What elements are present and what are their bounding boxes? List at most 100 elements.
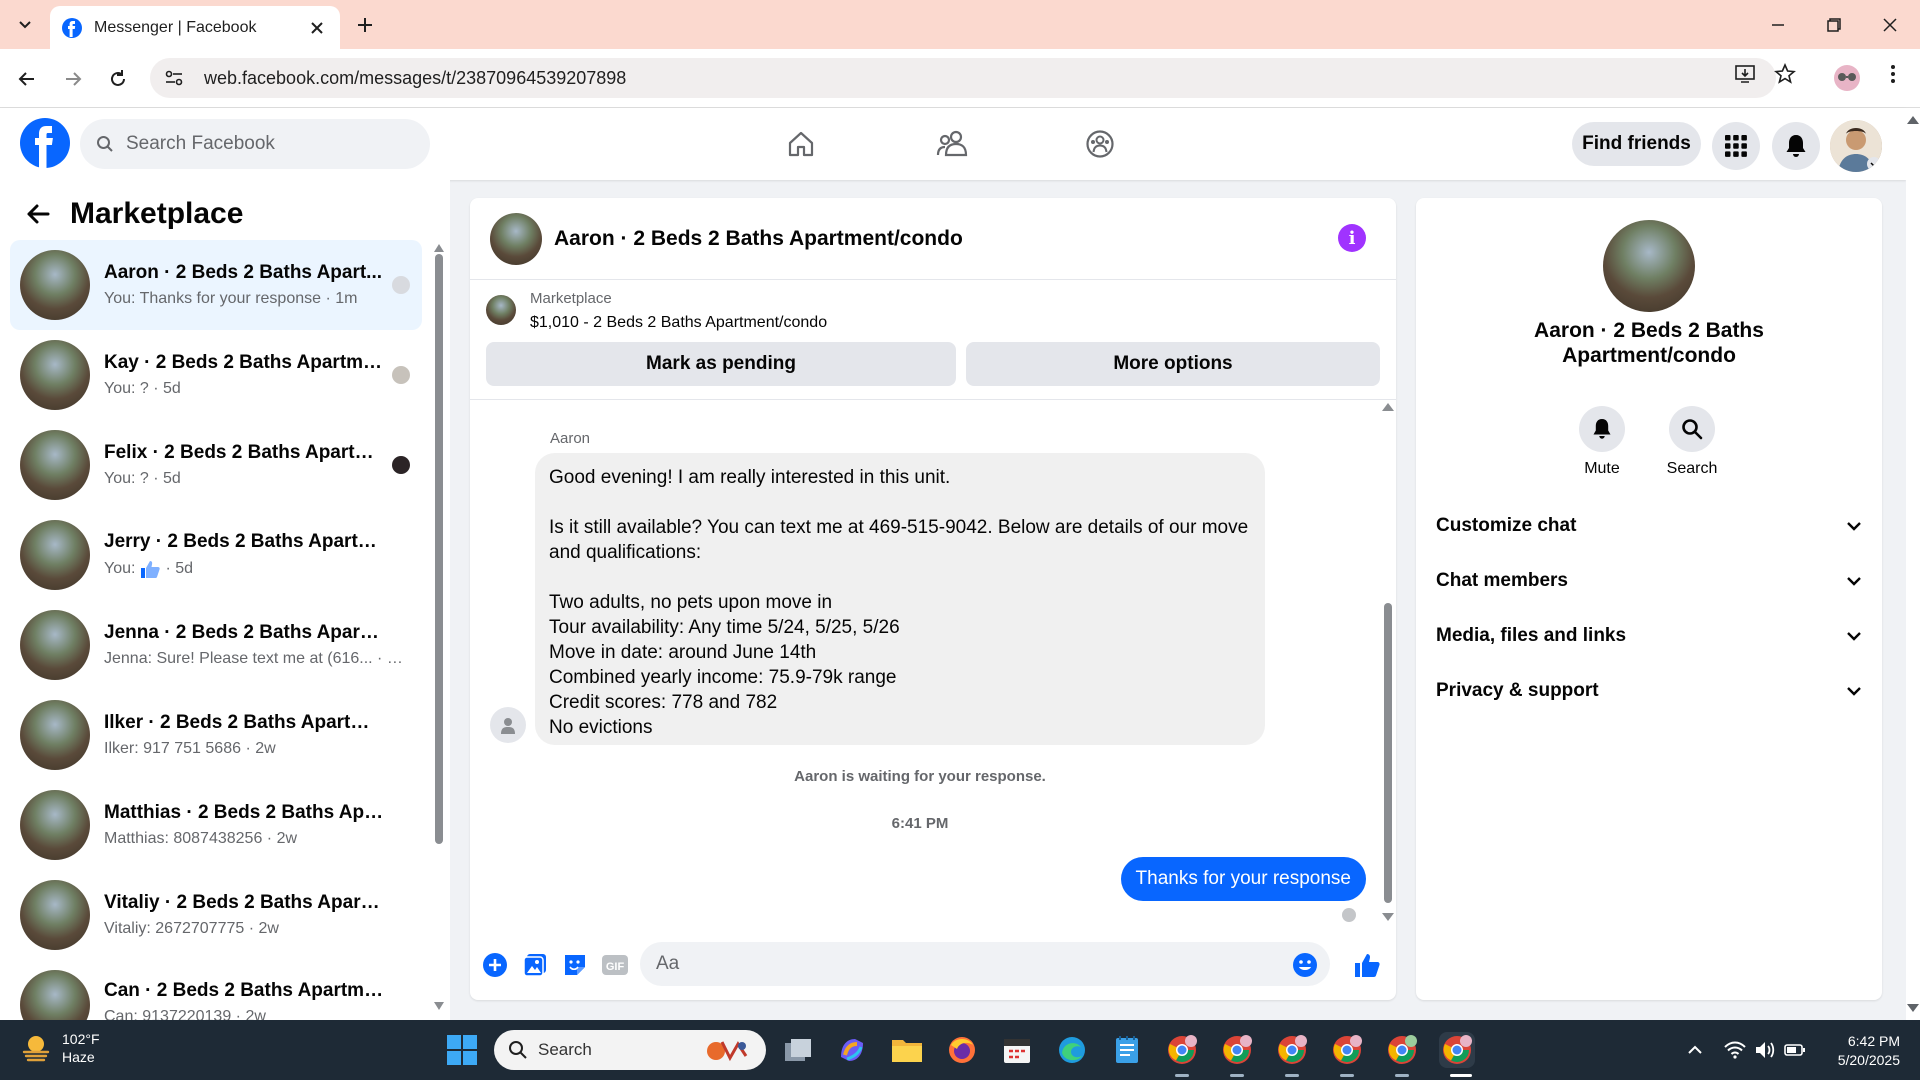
conversation-name: Vitaliy · 2 Beds 2 Baths Apartme...	[104, 892, 384, 913]
media-files-links-section[interactable]: Media, files and links	[1436, 616, 1862, 656]
site-settings-icon[interactable]	[164, 68, 184, 88]
conversation-item[interactable]: Kay · 2 Beds 2 Baths Apartme... You: ? ·…	[10, 330, 422, 420]
browser-menu-button[interactable]	[1878, 59, 1908, 89]
chat-avatar[interactable]	[490, 212, 542, 265]
chat-list-scrollbar[interactable]	[434, 244, 444, 1024]
tab-search-button[interactable]	[10, 10, 40, 40]
weather-widget[interactable]: 102°F Haze	[20, 1030, 100, 1066]
show-hidden-icons-button[interactable]	[1683, 1038, 1707, 1062]
wifi-button[interactable]	[1723, 1038, 1747, 1062]
back-button[interactable]	[12, 64, 42, 94]
sender-avatar[interactable]	[490, 707, 526, 743]
mark-as-pending-button[interactable]: Mark as pending	[486, 342, 956, 386]
conversation-preview: You: ? · 5d	[104, 470, 181, 487]
conversation-name: Aaron · 2 Beds 2 Baths Apart...	[104, 262, 383, 283]
new-tab-button[interactable]	[352, 12, 378, 38]
conversation-item[interactable]: Aaron · 2 Beds 2 Baths Apart... You: Tha…	[10, 240, 422, 330]
scrollbar-thumb[interactable]	[1384, 603, 1392, 903]
account-avatar[interactable]	[1830, 120, 1882, 172]
install-app-button[interactable]	[1730, 59, 1760, 89]
url-text: web.facebook.com/messages/t/238709645392…	[204, 67, 627, 88]
outgoing-message[interactable]: Thanks for your response	[1120, 857, 1366, 901]
gif-button[interactable]: GIF	[600, 950, 630, 980]
browser-tab-messenger[interactable]: Messenger | Facebook	[50, 6, 340, 49]
system-clock[interactable]: 6:42 PM 5/20/2025	[1838, 1032, 1900, 1070]
friends-nav-button[interactable]	[930, 124, 974, 164]
more-actions-button[interactable]	[480, 950, 510, 980]
weather-condition: Haze	[62, 1049, 95, 1065]
reload-button[interactable]	[103, 64, 133, 94]
chrome-icon	[1168, 1035, 1197, 1064]
like-send-button[interactable]	[1352, 950, 1382, 980]
message-thread: Aaron Good evening! I am really interest…	[470, 400, 1396, 926]
attach-media-button[interactable]	[520, 950, 550, 980]
more-options-button[interactable]: More options	[966, 342, 1380, 386]
bookmark-button[interactable]	[1770, 59, 1800, 89]
file-explorer-button[interactable]	[889, 1032, 925, 1068]
facebook-search[interactable]: Search Facebook	[80, 119, 430, 169]
info-icon: i	[1348, 227, 1356, 249]
listing-price-title[interactable]: $1,010 - 2 Beds 2 Baths Apartment/condo	[530, 314, 827, 332]
chrome-active-button[interactable]	[1439, 1032, 1475, 1068]
chrome-profile-2-button[interactable]	[1219, 1032, 1255, 1068]
conversation-item[interactable]: Can · 2 Beds 2 Baths Apartment... Can: 9…	[10, 960, 422, 1020]
taskbar-search[interactable]: Search	[494, 1030, 766, 1070]
emoji-button[interactable]	[1290, 950, 1320, 980]
edge-button[interactable]	[1054, 1032, 1090, 1068]
conversation-item[interactable]: Jenna · 2 Beds 2 Baths Apartme... Jenna:…	[10, 600, 422, 690]
chrome-profile-3-button[interactable]	[1274, 1032, 1310, 1068]
message-input[interactable]	[640, 942, 1330, 986]
conversation-item[interactable]: Matthias · 2 Beds 2 Baths Apart... Matth…	[10, 780, 422, 870]
conversation-name: Felix · 2 Beds 2 Baths Apartm...	[104, 442, 384, 463]
chat-members-section[interactable]: Chat members	[1436, 561, 1862, 601]
mute-button[interactable]: Mute	[1562, 406, 1642, 478]
menu-button[interactable]	[1712, 122, 1760, 170]
incoming-message[interactable]: Good evening! I am really interested in …	[535, 453, 1265, 745]
marketplace-title: Marketplace	[70, 197, 244, 230]
tab-close-button[interactable]	[306, 17, 328, 39]
conversation-info-button[interactable]: i	[1338, 224, 1366, 252]
copilot-button[interactable]	[834, 1032, 870, 1068]
home-nav-button[interactable]	[779, 124, 823, 164]
windows-logo-icon	[447, 1035, 477, 1065]
thumbs-up-icon	[1355, 954, 1380, 977]
search-in-conversation-button[interactable]: Search	[1652, 406, 1732, 478]
forward-button[interactable]	[58, 64, 88, 94]
url-bar[interactable]: web.facebook.com/messages/t/238709645392…	[150, 58, 1776, 98]
conversation-item[interactable]: Felix · 2 Beds 2 Baths Apartm... You: ? …	[10, 420, 422, 510]
battery-button[interactable]	[1783, 1038, 1807, 1062]
close-window-button[interactable]	[1862, 0, 1918, 49]
conversation-item[interactable]: Jerry · 2 Beds 2 Baths Apartmen... You: …	[10, 510, 422, 600]
customize-chat-section[interactable]: Customize chat	[1436, 506, 1862, 546]
find-friends-button[interactable]: Find friends	[1572, 122, 1701, 166]
listing-thumbnail	[20, 880, 90, 950]
volume-button[interactable]	[1753, 1038, 1777, 1062]
section-label: Privacy & support	[1436, 680, 1599, 701]
start-button[interactable]	[446, 1034, 478, 1066]
chat-title[interactable]: Aaron · 2 Beds 2 Baths Apartment/condo	[554, 227, 963, 251]
page-scrollbar[interactable]	[1906, 108, 1920, 1020]
chrome-profile-1-button[interactable]	[1164, 1032, 1200, 1068]
chrome-profile-5-button[interactable]	[1384, 1032, 1420, 1068]
conversation-preview: Ilker: 917 751 5686 · 2w	[104, 740, 276, 757]
listing-thumbnail[interactable]	[486, 295, 516, 325]
chrome-profile-4-button[interactable]	[1329, 1032, 1365, 1068]
task-view-button[interactable]	[780, 1032, 816, 1068]
profile-avatar[interactable]	[1603, 220, 1695, 312]
firefox-button[interactable]	[944, 1032, 980, 1068]
facebook-logo[interactable]	[20, 118, 70, 168]
profile-button[interactable]	[1832, 63, 1862, 93]
conversation-item[interactable]: Vitaliy · 2 Beds 2 Baths Apartme... Vita…	[10, 870, 422, 960]
chat-scrollbar[interactable]	[1382, 403, 1394, 923]
conversation-item[interactable]: Ilker · 2 Beds 2 Baths Apartment... Ilke…	[10, 690, 422, 780]
privacy-support-section[interactable]: Privacy & support	[1436, 671, 1862, 711]
notepad-button[interactable]	[1109, 1032, 1145, 1068]
calendar-app-button[interactable]	[999, 1032, 1035, 1068]
notifications-button[interactable]	[1772, 122, 1820, 170]
scrollbar-thumb[interactable]	[435, 254, 443, 844]
sticker-button[interactable]	[560, 950, 590, 980]
groups-nav-button[interactable]	[1078, 124, 1122, 164]
minimize-button[interactable]	[1750, 0, 1806, 49]
restore-button[interactable]	[1806, 0, 1862, 49]
back-to-chats-button[interactable]	[20, 196, 56, 232]
